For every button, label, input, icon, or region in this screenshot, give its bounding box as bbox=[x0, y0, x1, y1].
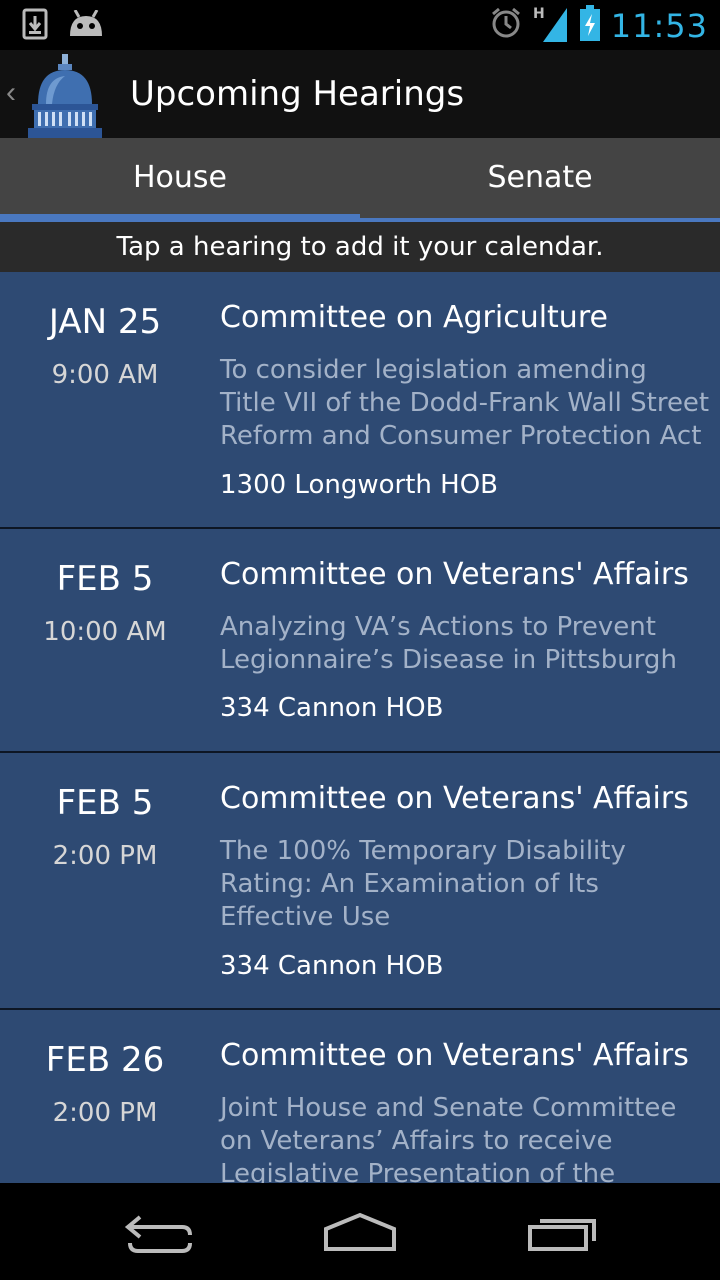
tab-house-label: House bbox=[132, 159, 227, 195]
download-notification-icon bbox=[22, 8, 48, 45]
hearing-item[interactable]: JAN 25 9:00 AM Committee on Agriculture … bbox=[0, 272, 720, 529]
hearing-item[interactable]: FEB 5 2:00 PM Committee on Veterans' Aff… bbox=[0, 753, 720, 1010]
status-bar: H 11:53 bbox=[0, 0, 720, 50]
hearing-date: JAN 25 bbox=[48, 302, 162, 342]
hearing-date: FEB 5 bbox=[56, 559, 154, 599]
hearing-description: Analyzing VA’s Actions to Prevent Legion… bbox=[220, 612, 677, 675]
recent-apps-icon[interactable] bbox=[522, 1207, 602, 1257]
hearing-room: 1300 Longworth HOB bbox=[220, 470, 499, 500]
signal-icon: H bbox=[533, 4, 569, 47]
tab-senate[interactable]: Senate bbox=[360, 138, 720, 222]
status-time: 11:53 bbox=[610, 6, 708, 45]
chevron-left-icon[interactable]: ‹ bbox=[6, 78, 16, 108]
home-icon[interactable] bbox=[320, 1207, 400, 1257]
capitol-dome-logo[interactable] bbox=[24, 54, 106, 138]
hearing-committee: Committee on Veterans' Affairs bbox=[220, 1038, 689, 1073]
hearing-time: 2:00 PM bbox=[52, 1098, 158, 1128]
hearing-committee: Committee on Agriculture bbox=[220, 300, 608, 335]
chamber-tabs: House Senate bbox=[0, 138, 720, 222]
hearing-description: The 100% Temporary Disability Rating: An… bbox=[220, 836, 626, 932]
tab-house-indicator bbox=[0, 214, 360, 222]
hearing-time: 9:00 AM bbox=[51, 360, 159, 390]
hearing-description: To consider legislation amending Title V… bbox=[220, 355, 710, 451]
hearings-list[interactable]: JAN 25 9:00 AM Committee on Agriculture … bbox=[0, 272, 720, 1183]
page-title: Upcoming Hearings bbox=[130, 74, 465, 114]
calendar-hint: Tap a hearing to add it your calendar. bbox=[0, 222, 720, 272]
tab-house[interactable]: House bbox=[0, 138, 360, 222]
android-notification-icon bbox=[68, 9, 104, 43]
hearing-description: Joint House and Senate Committee on Vete… bbox=[220, 1093, 677, 1183]
hearing-item[interactable]: FEB 5 10:00 AM Committee on Veterans' Af… bbox=[0, 529, 720, 753]
hearing-committee: Committee on Veterans' Affairs bbox=[220, 557, 689, 592]
back-icon[interactable] bbox=[120, 1207, 200, 1257]
tab-senate-label: Senate bbox=[487, 159, 593, 195]
system-nav-bar bbox=[0, 1183, 720, 1280]
hearing-time: 10:00 AM bbox=[43, 617, 167, 647]
hearing-committee: Committee on Veterans' Affairs bbox=[220, 781, 689, 816]
hearing-date: FEB 5 bbox=[56, 783, 154, 823]
action-bar: ‹ Upcoming Hearings bbox=[0, 50, 720, 138]
hearing-item[interactable]: FEB 26 2:00 PM Committee on Veterans' Af… bbox=[0, 1010, 720, 1183]
hearing-room: 334 Cannon HOB bbox=[220, 951, 444, 981]
battery-charging-icon bbox=[579, 5, 601, 46]
hearing-date: FEB 26 bbox=[45, 1040, 165, 1080]
hearing-time: 2:00 PM bbox=[52, 841, 158, 871]
hearing-room: 334 Cannon HOB bbox=[220, 693, 444, 723]
network-type-label: H bbox=[533, 6, 545, 22]
alarm-icon bbox=[489, 6, 523, 45]
